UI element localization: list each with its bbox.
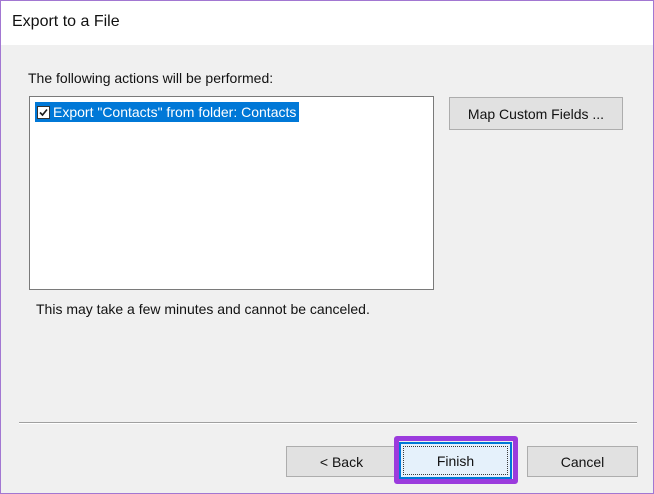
separator <box>19 422 637 424</box>
dialog-title: Export to a File <box>12 13 120 30</box>
warning-note: This may take a few minutes and cannot b… <box>36 301 370 317</box>
list-item-export-contacts[interactable]: Export "Contacts" from folder: Contacts <box>35 102 300 122</box>
export-dialog: Export to a File The following actions w… <box>0 0 654 494</box>
export-checkbox[interactable] <box>37 105 50 119</box>
actions-list[interactable]: Export "Contacts" from folder: Contacts <box>29 96 434 290</box>
list-item-label: Export "Contacts" from folder: Contacts <box>53 104 297 120</box>
cancel-button[interactable]: Cancel <box>527 446 638 477</box>
actions-label: The following actions will be performed: <box>28 70 274 86</box>
checkmark-icon <box>39 108 48 116</box>
map-custom-fields-button[interactable]: Map Custom Fields ... <box>449 97 623 130</box>
finish-button[interactable]: Finish <box>399 442 512 479</box>
title-bar: Export to a File <box>1 1 653 45</box>
back-button[interactable]: < Back <box>286 446 397 477</box>
focus-rectangle <box>403 446 508 475</box>
